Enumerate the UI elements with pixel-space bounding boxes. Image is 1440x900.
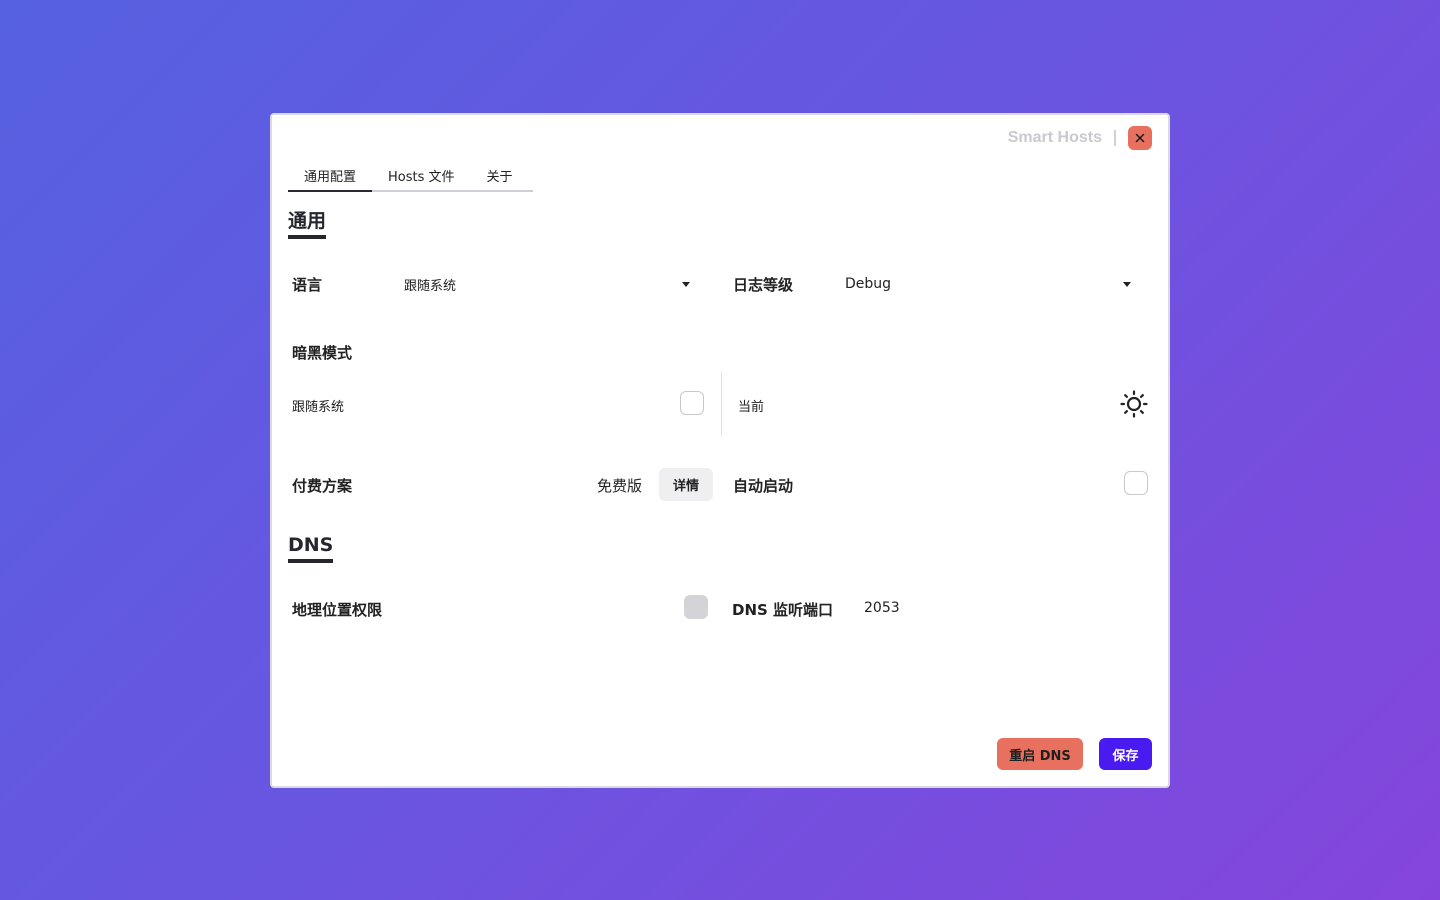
follow-system-label: 跟随系统	[292, 400, 345, 415]
tab-general[interactable]: 通用配置	[288, 162, 373, 192]
geo-permission-checkbox[interactable]	[684, 595, 708, 619]
save-button[interactable]: 保存	[1099, 738, 1152, 770]
tab-about[interactable]: 关于	[471, 162, 529, 192]
plan-value: 免费版	[597, 477, 643, 495]
title-bar: Smart Hosts	[1008, 125, 1152, 151]
tab-hosts-file[interactable]: Hosts 文件	[372, 162, 471, 192]
language-select[interactable]: 跟随系统	[404, 272, 694, 296]
auto-start-checkbox[interactable]	[1124, 471, 1148, 495]
dns-port-input[interactable]: 2053	[864, 600, 900, 616]
language-value: 跟随系统	[404, 278, 457, 294]
section-title-general: 通用	[288, 210, 327, 239]
auto-start-label: 自动启动	[733, 477, 794, 495]
sun-icon[interactable]	[1120, 390, 1148, 418]
log-level-value: Debug	[845, 276, 892, 292]
app-title: Smart Hosts	[1007, 129, 1102, 146]
geo-permission-label: 地理位置权限	[292, 601, 383, 619]
chevron-down-icon	[1123, 281, 1131, 287]
close-button[interactable]	[1128, 126, 1152, 150]
dark-mode-label: 暗黑模式	[292, 344, 353, 362]
current-theme-label: 当前	[738, 400, 765, 415]
column-divider	[721, 372, 722, 436]
restart-dns-button[interactable]: 重启 DNS	[997, 738, 1083, 770]
log-level-label: 日志等级	[733, 276, 794, 294]
follow-system-checkbox[interactable]	[680, 391, 704, 415]
log-level-select[interactable]: Debug	[845, 272, 1135, 296]
tab-bar: 通用配置 Hosts 文件 关于	[288, 162, 533, 192]
settings-window: Smart Hosts 通用配置 Hosts 文件 关于 通用 语言 跟随系统 …	[270, 113, 1170, 788]
plan-label: 付费方案	[292, 477, 353, 495]
dns-port-label: DNS 监听端口	[732, 601, 834, 619]
chevron-down-icon	[682, 281, 690, 287]
title-divider	[1114, 130, 1116, 146]
section-title-dns: DNS	[288, 534, 334, 563]
plan-details-button[interactable]: 详情	[659, 468, 713, 501]
close-icon	[1135, 133, 1145, 143]
language-label: 语言	[292, 276, 323, 294]
